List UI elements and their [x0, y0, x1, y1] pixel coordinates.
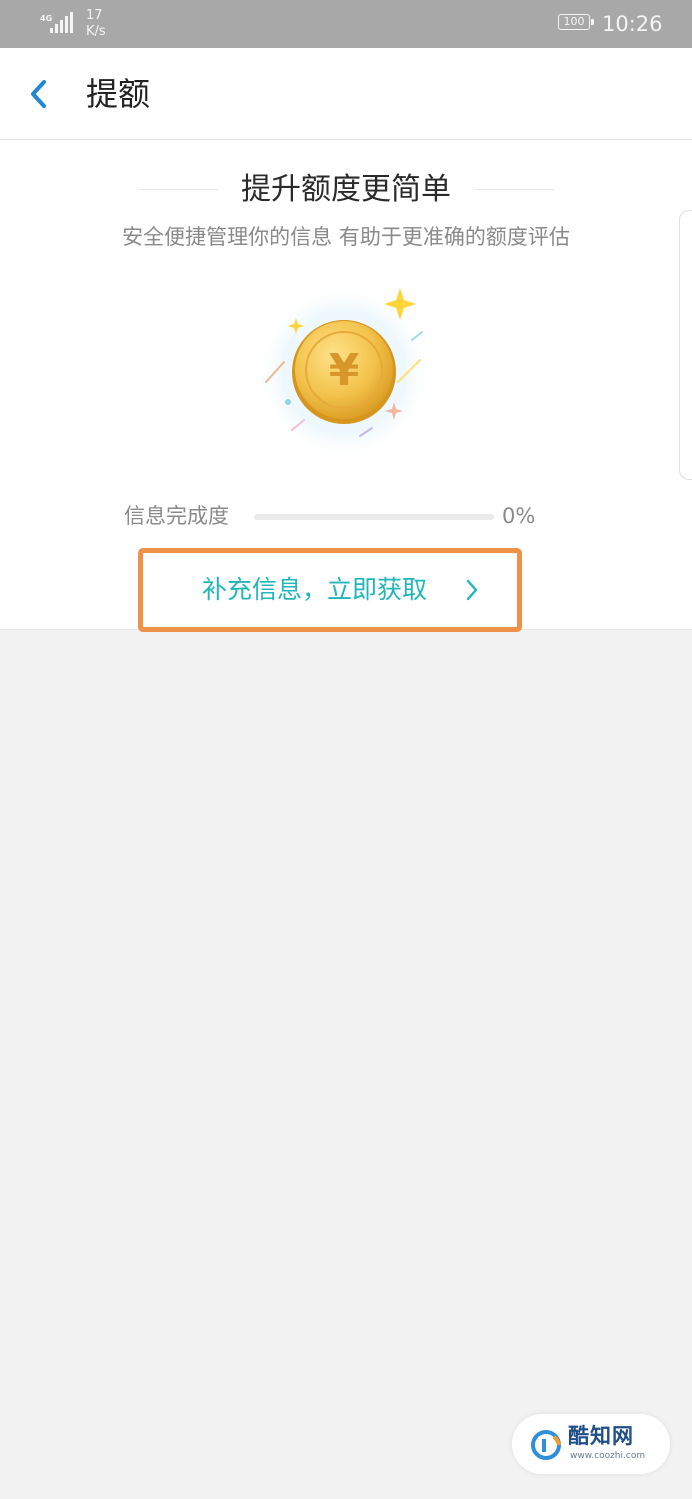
chevron-left-icon: [31, 80, 46, 108]
progress-value: 0%: [502, 504, 536, 528]
progress-bar: [254, 514, 494, 520]
gold-coin-yuan-icon: ¥: [256, 284, 432, 460]
coozhi-logo-icon: [531, 1430, 561, 1460]
watermark-name: 酷知网: [568, 1424, 634, 1448]
supplement-info-button[interactable]: 补充信息，立即获取: [150, 560, 510, 620]
svg-text:¥: ¥: [329, 345, 360, 396]
network-speed-unit: K/s: [86, 24, 106, 39]
supplement-info-label: 补充信息，立即获取: [202, 575, 428, 604]
watermark-url: www.coozhi.com: [570, 1451, 646, 1461]
battery-icon: 100: [558, 14, 594, 30]
progress-label: 信息完成度: [124, 504, 229, 528]
signal-icon: 4G: [40, 12, 73, 33]
title-divider-right: [476, 189, 554, 190]
back-button[interactable]: [22, 74, 62, 114]
hero-subtitle: 安全便捷管理你的信息 有助于更准确的额度评估: [122, 225, 570, 249]
side-drawer-handle[interactable]: [679, 210, 692, 480]
watermark-logo: 酷知网 www.coozhi.com: [512, 1414, 670, 1474]
status-bar: 4G 17 K/s 100 10:26: [0, 0, 692, 48]
chevron-right-icon: [466, 579, 478, 601]
hero-title: 提升额度更简单: [241, 172, 451, 207]
credit-increase-card: 提升额度更简单 安全便捷管理你的信息 有助于更准确的额度评估 ¥ 信息完成度 0…: [0, 140, 692, 632]
svg-text:4G: 4G: [40, 14, 52, 23]
network-speed: 17 K/s: [86, 8, 106, 40]
status-time: 10:26: [602, 12, 663, 36]
network-speed-value: 17: [86, 8, 103, 23]
app-header: 提额: [0, 48, 692, 140]
page-title: 提额: [86, 75, 151, 113]
